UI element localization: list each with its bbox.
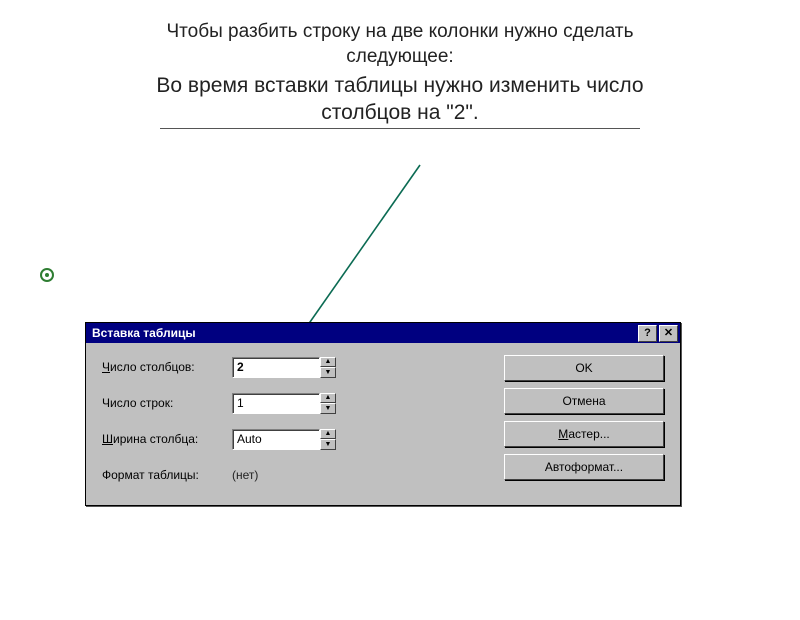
slide-sub-l2: столбцов на "2". — [321, 101, 478, 124]
label-rows: Число строк: — [102, 396, 232, 410]
help-icon: ? — [644, 328, 651, 339]
chevron-up-icon: ▲ — [325, 358, 332, 365]
ok-button[interactable]: OK — [504, 355, 664, 381]
slide-title-l2: следующее: — [346, 46, 453, 67]
spinner-columns: ▲ ▼ — [232, 357, 336, 378]
label-columns: Число столбцов: — [102, 360, 232, 374]
chevron-up-icon: ▲ — [325, 394, 332, 401]
chevron-up-icon: ▲ — [325, 430, 332, 437]
dialog-body: Число столбцов: ▲ ▼ Число строк: ▲ ▼ — [86, 343, 680, 505]
label-width: Ширина столбца: — [102, 432, 232, 446]
divider — [160, 128, 640, 129]
rows-down[interactable]: ▼ — [320, 403, 336, 414]
width-input[interactable] — [232, 429, 320, 450]
format-value: (нет) — [232, 468, 258, 482]
autoformat-button[interactable]: Автоформат... — [504, 454, 664, 480]
cancel-button[interactable]: Отмена — [504, 388, 664, 414]
columns-up[interactable]: ▲ — [320, 357, 336, 368]
row-format: Формат таблицы: (нет) — [102, 463, 504, 487]
row-rows: Число строк: ▲ ▼ — [102, 391, 504, 415]
row-width: Ширина столбца: ▲ ▼ — [102, 427, 504, 451]
rows-input[interactable] — [232, 393, 320, 414]
columns-down[interactable]: ▼ — [320, 367, 336, 378]
width-down[interactable]: ▼ — [320, 439, 336, 450]
chevron-down-icon: ▼ — [325, 369, 332, 376]
row-columns: Число столбцов: ▲ ▼ — [102, 355, 504, 379]
spinner-width: ▲ ▼ — [232, 429, 336, 450]
close-icon: ✕ — [664, 328, 673, 339]
slide-subtitle: Во время вставки таблицы нужно изменить … — [0, 73, 800, 126]
label-format: Формат таблицы: — [102, 468, 232, 482]
dialog-buttons: OK Отмена Мастер... Автоформат... — [504, 355, 664, 487]
slide-title: Чтобы разбить строку на две колонки нужн… — [0, 20, 800, 69]
help-button[interactable]: ? — [638, 325, 657, 342]
insert-table-dialog: Вставка таблицы ? ✕ Число столбцов: ▲ ▼ … — [85, 322, 681, 506]
width-up[interactable]: ▲ — [320, 429, 336, 440]
spinner-rows: ▲ ▼ — [232, 393, 336, 414]
dialog-title: Вставка таблицы — [92, 326, 636, 340]
wizard-button[interactable]: Мастер... — [504, 421, 664, 447]
form-fields: Число столбцов: ▲ ▼ Число строк: ▲ ▼ — [102, 355, 504, 487]
columns-input[interactable] — [232, 357, 320, 378]
close-button[interactable]: ✕ — [659, 325, 678, 342]
rows-up[interactable]: ▲ — [320, 393, 336, 404]
chevron-down-icon: ▼ — [325, 441, 332, 448]
dialog-titlebar[interactable]: Вставка таблицы ? ✕ — [86, 323, 680, 343]
slide-sub-l1: Во время вставки таблицы нужно изменить … — [156, 74, 643, 97]
chevron-down-icon: ▼ — [325, 405, 332, 412]
slide-title-l1: Чтобы разбить строку на две колонки нужн… — [167, 21, 634, 42]
bullet-icon — [40, 268, 54, 282]
